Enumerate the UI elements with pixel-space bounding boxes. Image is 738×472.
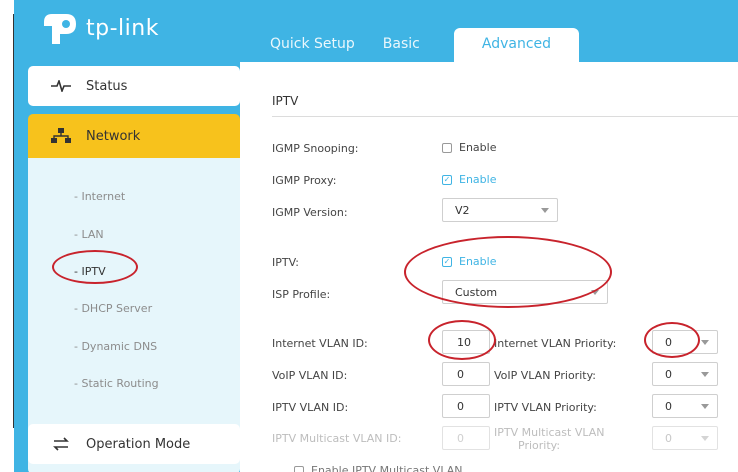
chevron-down-icon — [701, 436, 709, 441]
page-title: IPTV — [272, 94, 299, 108]
igmp-proxy-checkbox[interactable]: ✓ Enable — [442, 173, 496, 186]
iptv-multicast-vlan-priority-value: 0 — [665, 431, 672, 445]
tab-basic[interactable]: Basic — [369, 28, 434, 62]
iptv-vlan-id-input[interactable]: 0 — [442, 394, 490, 418]
isp-profile-label: ISP Profile: — [272, 288, 331, 301]
iptv-vlan-priority-label: IPTV VLAN Priority: — [494, 401, 597, 414]
submenu-item-dhcp-server[interactable]: - DHCP Server — [74, 302, 152, 315]
internet-vlan-id-label: Internet VLAN ID: — [272, 337, 368, 350]
left-margin — [0, 0, 14, 472]
igmp-snooping-label: IGMP Snooping: — [272, 142, 359, 155]
isp-profile-value: Custom — [455, 285, 498, 299]
internet-vlan-priority-value: 0 — [665, 335, 672, 349]
chevron-down-icon — [701, 404, 709, 409]
tp-link-logo-icon — [40, 10, 84, 46]
sidebar-item-network[interactable]: Network — [28, 114, 240, 158]
voip-vlan-id-label: VoIP VLAN ID: — [272, 369, 348, 382]
checkbox-icon — [442, 142, 452, 153]
enable-iptv-multicast-vlan-checkbox[interactable]: Enable IPTV Multicast VLAN — [294, 464, 462, 472]
checkbox-checked-icon: ✓ — [442, 174, 452, 185]
voip-vlan-id-input[interactable]: 0 — [442, 362, 490, 386]
iptv-multicast-vlan-id-value: 0 — [457, 431, 464, 445]
iptv-multicast-vlan-id-input[interactable]: 0 — [442, 426, 490, 450]
igmp-snooping-checkbox[interactable]: Enable — [442, 141, 496, 154]
sidebar-item-label: Operation Mode — [86, 436, 191, 452]
iptv-multicast-vlan-priority-label-line1: IPTV Multicast VLAN — [494, 426, 605, 439]
igmp-version-select[interactable]: V2 — [442, 198, 558, 222]
iptv-multicast-vlan-priority-label-line2: Priority: — [518, 439, 561, 452]
checkbox-checked-icon: ✓ — [442, 256, 452, 267]
igmp-proxy-label: IGMP Proxy: — [272, 174, 337, 187]
voip-vlan-id-value: 0 — [457, 367, 464, 381]
brand-logo[interactable]: tp-link — [40, 10, 159, 46]
network-tree-icon — [50, 127, 72, 145]
igmp-version-label: IGMP Version: — [272, 206, 348, 219]
chevron-down-icon — [541, 208, 549, 213]
internet-vlan-priority-select[interactable]: 0 — [652, 330, 718, 354]
igmp-proxy-option: Enable — [459, 173, 497, 186]
sidebar-item-status[interactable]: Status — [28, 66, 240, 106]
igmp-version-value: V2 — [455, 203, 470, 217]
iptv-multicast-vlan-priority-select[interactable]: 0 — [652, 426, 718, 450]
chevron-down-icon — [701, 372, 709, 377]
submenu-item-dynamic-dns[interactable]: - Dynamic DNS — [74, 340, 157, 353]
isp-profile-select[interactable]: Custom — [442, 280, 608, 304]
internet-vlan-priority-label: Internet VLAN Priority: — [494, 337, 617, 350]
submenu-item-static-routing[interactable]: - Static Routing — [74, 377, 159, 390]
iptv-multicast-vlan-id-label: IPTV Multicast VLAN ID: — [272, 432, 402, 445]
pulse-icon — [50, 77, 72, 95]
iptv-label: IPTV: — [272, 256, 299, 269]
iptv-vlan-id-label: IPTV VLAN ID: — [272, 401, 349, 414]
top-header: tp-link Quick Setup Basic Advanced — [14, 0, 738, 62]
igmp-snooping-option: Enable — [459, 141, 497, 154]
iptv-vlan-priority-value: 0 — [665, 399, 672, 413]
iptv-vlan-id-value: 0 — [457, 399, 464, 413]
sidebar-item-label: Status — [86, 78, 128, 94]
sidebar-item-operation-mode[interactable]: Operation Mode — [28, 424, 240, 464]
sidebar: Status Network - Internet - LAN - IPTV -… — [14, 62, 240, 472]
iptv-multicast-vlan-priority-label: IPTV Multicast VLAN Priority: — [494, 426, 605, 452]
internet-vlan-id-input[interactable]: 10 — [442, 330, 490, 354]
iptv-enable-checkbox[interactable]: ✓ Enable — [442, 255, 496, 268]
sidebar-item-label: Network — [86, 128, 141, 144]
brand-name: tp-link — [86, 15, 159, 41]
enable-iptv-multicast-vlan-option: Enable IPTV Multicast VLAN — [311, 464, 463, 472]
checkbox-icon — [294, 465, 304, 472]
submenu-item-internet[interactable]: - Internet — [74, 190, 125, 203]
chevron-down-icon — [591, 290, 599, 295]
voip-vlan-priority-value: 0 — [665, 367, 672, 381]
voip-vlan-priority-label: VoIP VLAN Priority: — [494, 369, 596, 382]
section-divider — [272, 116, 738, 117]
submenu-item-iptv[interactable]: - IPTV — [74, 265, 106, 278]
main-panel: IPTV IGMP Snooping: Enable IGMP Proxy: ✓… — [240, 62, 738, 472]
top-tabs: Quick Setup Basic Advanced — [256, 28, 580, 62]
chevron-down-icon — [701, 340, 709, 345]
tab-advanced[interactable]: Advanced — [453, 28, 580, 62]
iptv-vlan-priority-select[interactable]: 0 — [652, 394, 718, 418]
submenu-item-lan[interactable]: - LAN — [74, 228, 104, 241]
internet-vlan-id-value: 10 — [457, 335, 471, 349]
voip-vlan-priority-select[interactable]: 0 — [652, 362, 718, 386]
operation-mode-icon — [50, 435, 72, 453]
iptv-enable-option: Enable — [459, 255, 497, 268]
tab-quick-setup[interactable]: Quick Setup — [256, 28, 369, 62]
